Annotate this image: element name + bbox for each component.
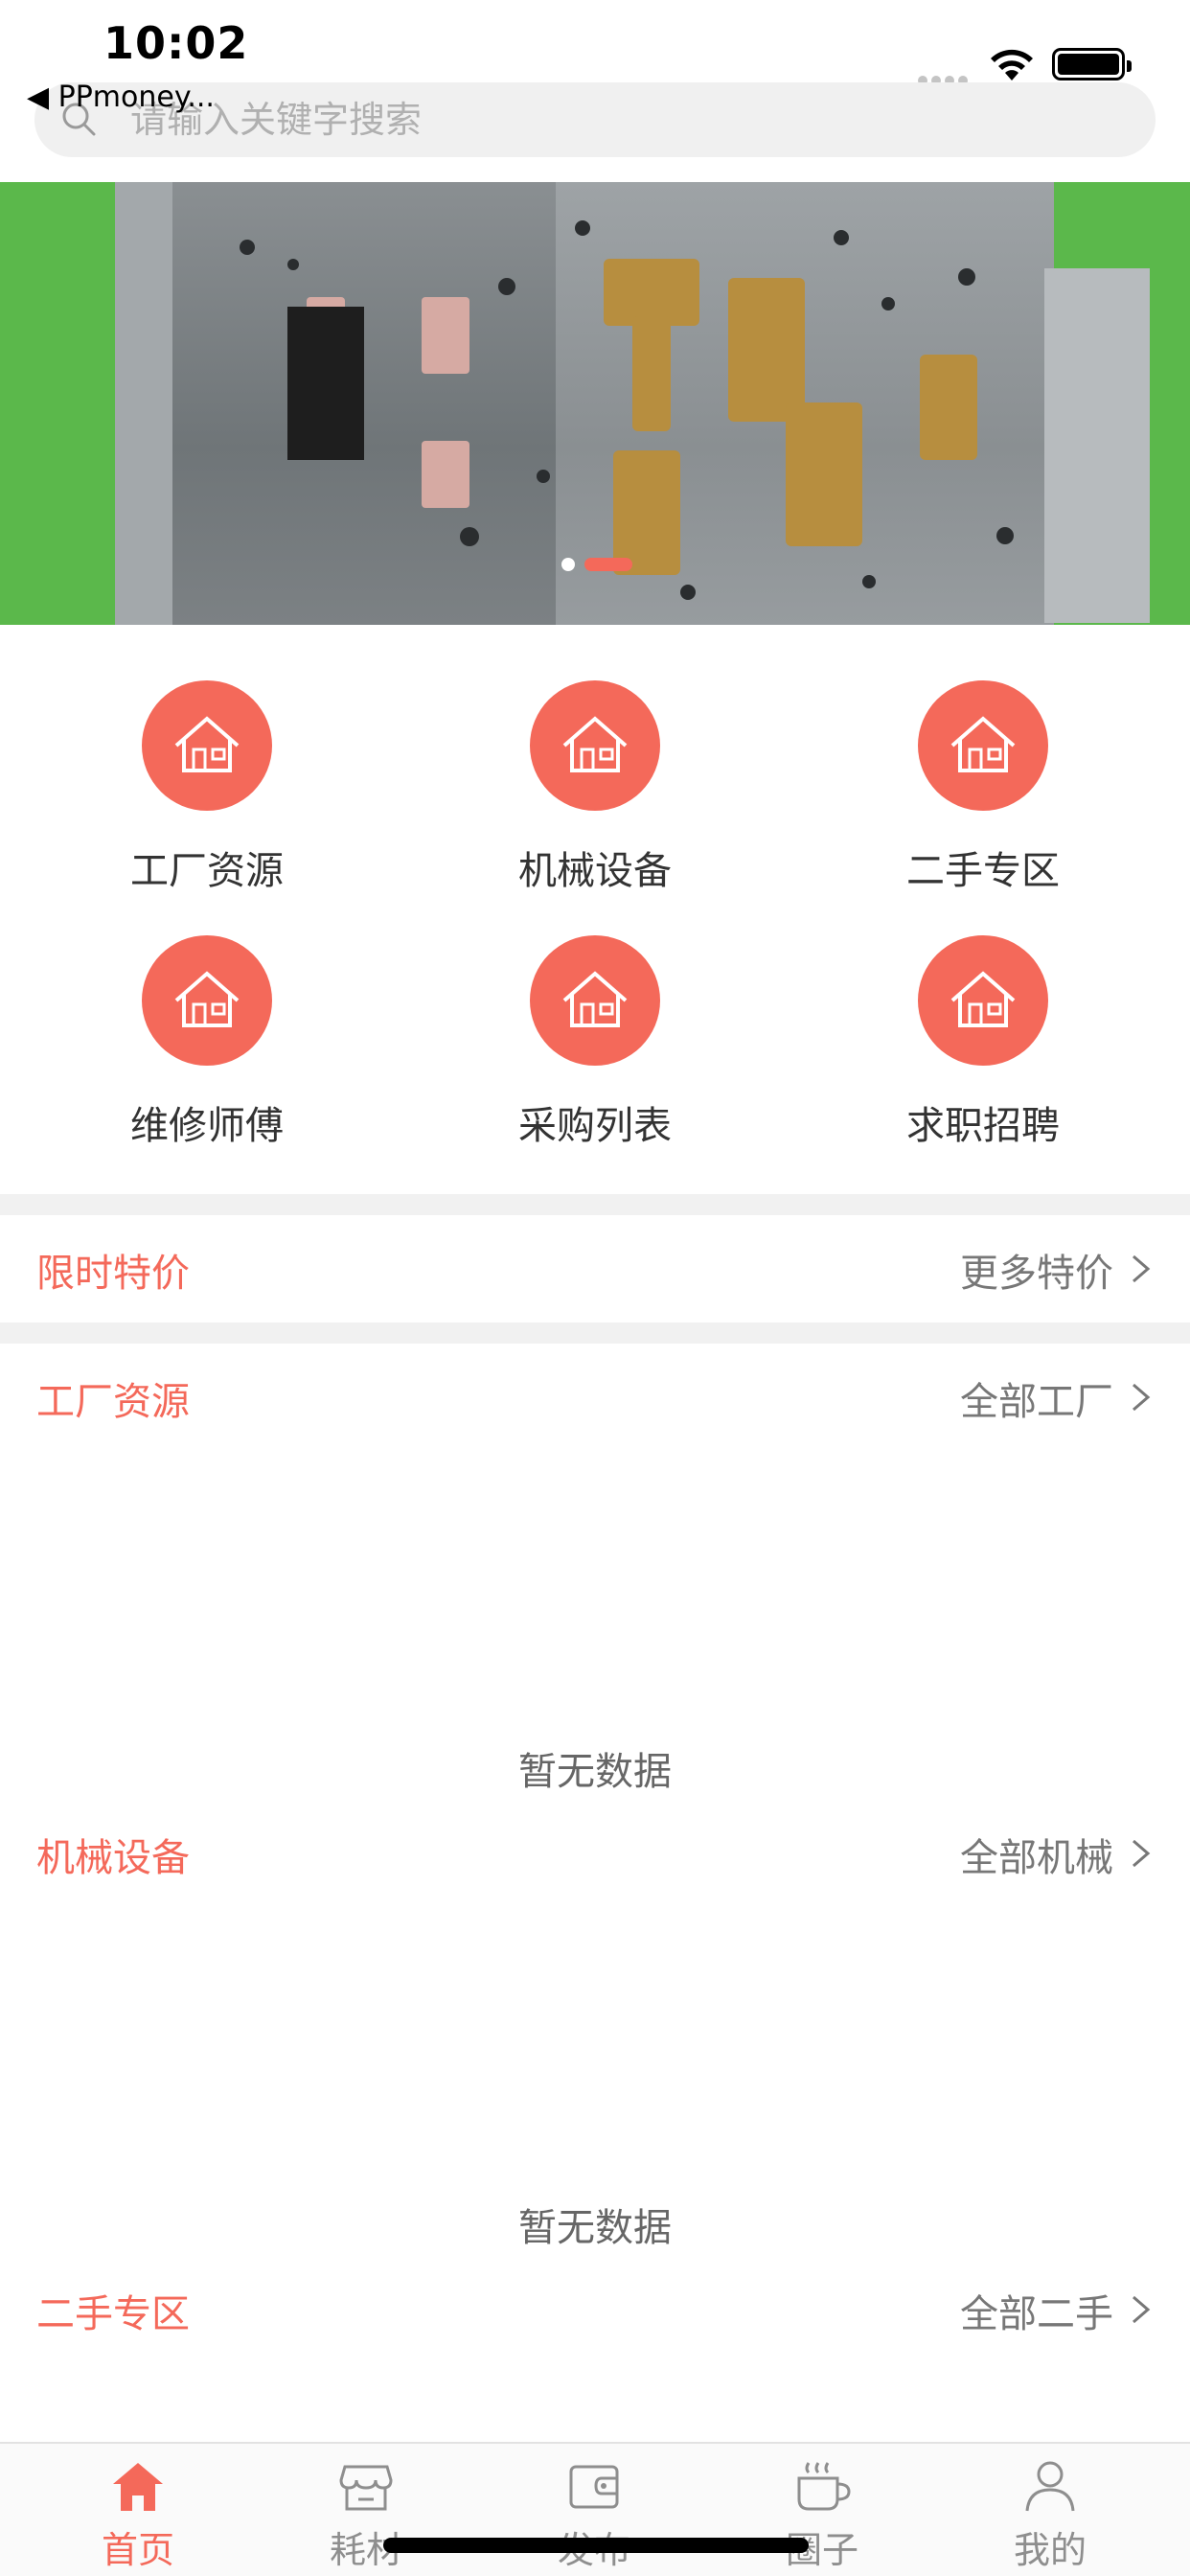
category-factory-resources[interactable]: 工厂资源 — [63, 661, 351, 893]
carousel-indicator[interactable] — [561, 558, 632, 571]
tab-label: 首页 — [101, 2529, 174, 2571]
category-label: 求职招聘 — [906, 1104, 1060, 1148]
all-factories-link[interactable]: 全部工厂 — [960, 1370, 1113, 1426]
category-label: 机械设备 — [518, 849, 672, 893]
wifi-icon — [991, 49, 1033, 80]
section-flash-sale: 限时特价 更多特价 — [0, 1215, 1190, 1321]
house-icon — [530, 680, 660, 811]
all-machinery-link[interactable]: 全部机械 — [960, 1827, 1113, 1882]
home-icon — [113, 2463, 163, 2511]
signal-icon — [918, 71, 972, 85]
category-label: 工厂资源 — [130, 849, 284, 893]
divider — [0, 1194, 1190, 1215]
wallet-icon — [569, 2465, 619, 2509]
chevron-right-icon[interactable] — [1129, 2294, 1154, 2325]
section-second-hand: 二手专区 全部二手 — [0, 2256, 1190, 2361]
empty-state-text: 暂无数据 — [518, 1750, 672, 1794]
store-icon — [339, 2465, 393, 2511]
banner-carousel[interactable] — [0, 182, 1190, 625]
divider — [0, 1322, 1190, 1344]
status-time: 10:02 — [103, 17, 249, 69]
category-repair-master[interactable]: 维修师傅 — [63, 916, 351, 1148]
tab-label: 我的 — [1013, 2529, 1087, 2571]
all-second-hand-link[interactable]: 全部二手 — [960, 2283, 1113, 2338]
section-machinery: 机械设备 全部机械 — [0, 1800, 1190, 1905]
house-icon — [530, 935, 660, 1066]
section-title: 二手专区 — [36, 2292, 190, 2336]
tab-bar: 首页 耗材 发布 圈子 我的 — [0, 2442, 1190, 2576]
tab-consumables[interactable]: 耗材 — [247, 2444, 485, 2576]
house-icon — [142, 680, 272, 811]
search-input[interactable] — [130, 92, 1127, 148]
tab-mine[interactable]: 我的 — [931, 2444, 1169, 2576]
tab-circle[interactable]: 圈子 — [703, 2444, 941, 2576]
chevron-right-icon[interactable] — [1129, 1254, 1154, 1284]
category-label: 维修师傅 — [130, 1104, 284, 1148]
tab-home[interactable]: 首页 — [19, 2444, 257, 2576]
section-title: 限时特价 — [36, 1252, 190, 1296]
category-jobs[interactable]: 求职招聘 — [839, 916, 1127, 1148]
house-icon — [918, 935, 1048, 1066]
house-icon — [142, 935, 272, 1066]
back-to-app-link[interactable]: ◀ PPmoney... — [27, 80, 215, 114]
chevron-right-icon[interactable] — [1129, 1838, 1154, 1869]
carousel-dot-active[interactable] — [584, 558, 632, 571]
category-grid: 工厂资源 机械设备 二手专区 维修师傅 采购列表 求职招聘 — [0, 661, 1190, 1198]
category-purchase-list[interactable]: 采购列表 — [451, 916, 739, 1148]
category-second-hand[interactable]: 二手专区 — [839, 661, 1127, 893]
more-deals-link[interactable]: 更多特价 — [960, 1242, 1113, 1298]
category-machinery[interactable]: 机械设备 — [451, 661, 739, 893]
section-title: 机械设备 — [36, 1836, 190, 1880]
category-label: 采购列表 — [518, 1104, 672, 1148]
home-indicator[interactable] — [383, 2538, 809, 2553]
status-bar: 10:02 — [0, 0, 1190, 86]
empty-state-text: 暂无数据 — [518, 2206, 672, 2250]
tab-publish[interactable]: 发布 — [475, 2444, 713, 2576]
house-icon — [918, 680, 1048, 811]
chevron-right-icon[interactable] — [1129, 1382, 1154, 1413]
section-factory-resources: 工厂资源 全部工厂 — [0, 1344, 1190, 1449]
user-icon — [1025, 2461, 1075, 2512]
carousel-dot[interactable] — [561, 558, 575, 571]
section-title: 工厂资源 — [36, 1380, 190, 1424]
battery-icon — [1052, 48, 1132, 80]
category-label: 二手专区 — [906, 849, 1060, 893]
coffee-cup-icon — [797, 2462, 851, 2511]
